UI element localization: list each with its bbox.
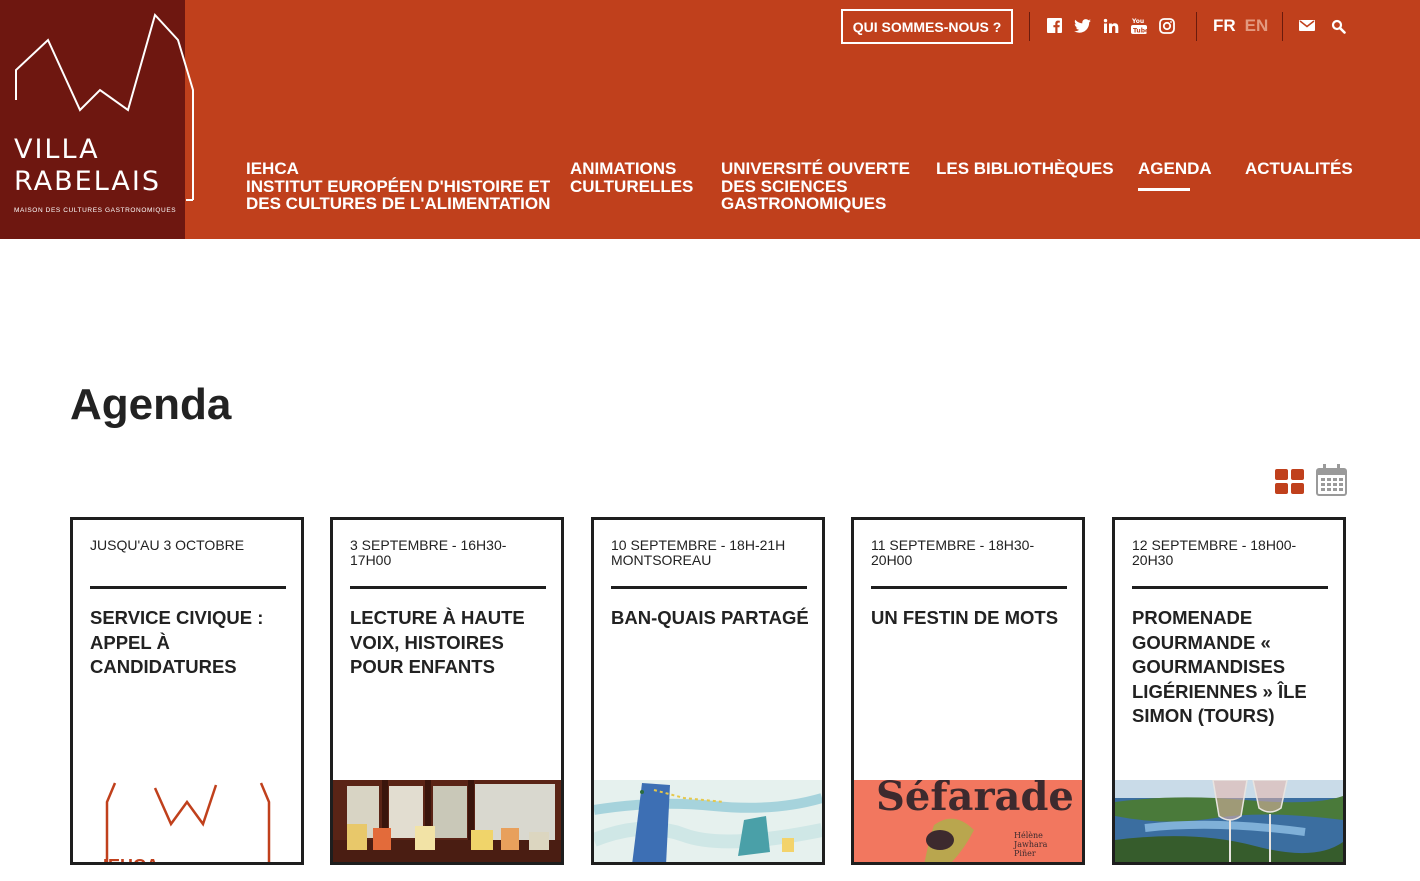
- nav-iehca-line: INSTITUT EUROPÉEN D'HISTOIRE ET: [246, 176, 551, 196]
- search-icon[interactable]: [1331, 19, 1346, 39]
- lang-fr-link[interactable]: FR: [1213, 16, 1236, 36]
- nav-animations-line: CULTURELLES: [570, 176, 694, 196]
- lang-en-link[interactable]: EN: [1245, 16, 1269, 36]
- divider: [350, 586, 546, 589]
- event-date: 12 SEPTEMBRE - 18H00-20H30: [1132, 537, 1297, 568]
- event-date: 11 SEPTEMBRE - 18H30-20H00: [871, 537, 1035, 568]
- calendar-view-icon[interactable]: [1316, 464, 1347, 501]
- event-title: UN FESTIN DE MOTS: [871, 607, 1059, 628]
- linkedin-icon[interactable]: [1101, 16, 1120, 35]
- divider: [1029, 12, 1030, 41]
- villa-rabelais-logo-icon: [15, 13, 194, 201]
- event-thumbnail: [1115, 780, 1343, 862]
- thumb-author: Hélène: [1014, 831, 1043, 840]
- social-links: You Tube: [1045, 16, 1176, 35]
- event-card[interactable]: 12 SEPTEMBRE - 18H00-20H30 PROMENADE GOU…: [1112, 517, 1346, 865]
- event-card[interactable]: JUSQU'AU 3 OCTOBRE SERVICE CIVIQUE : APP…: [70, 517, 304, 865]
- event-date: JUSQU'AU 3 OCTOBRE: [90, 537, 245, 553]
- event-card[interactable]: 3 SEPTEMBRE - 16H30-17H00 LECTURE À HAUT…: [330, 517, 564, 865]
- divider: [1196, 12, 1197, 41]
- qui-sommes-nous-button[interactable]: QUI SOMMES-NOUS ?: [841, 9, 1013, 44]
- event-card[interactable]: 10 SEPTEMBRE - 18H-21H MONTSOREAU BAN-QU…: [591, 517, 825, 865]
- logo-line-1: VILLA: [14, 134, 100, 165]
- nav-iehca[interactable]: IEHCA INSTITUT EUROPÉEN D'HISTOIRE ET DE…: [246, 160, 550, 213]
- event-title: LECTURE À HAUTE VOIX, HISTOIRES POUR ENF…: [350, 607, 525, 677]
- nav-iehca-line: IEHCA: [246, 159, 299, 178]
- divider: [1282, 12, 1283, 41]
- event-title: PROMENADE GOURMANDE « GOURMANDISES LIGÉR…: [1132, 607, 1307, 726]
- nav-universite[interactable]: UNIVERSITÉ OUVERTE DES SCIENCES GASTRONO…: [721, 160, 910, 213]
- nav-universite-line: DES SCIENCES: [721, 176, 848, 196]
- site-header: VILLA RABELAIS MAISON DES CULTURES GASTR…: [0, 0, 1420, 239]
- nav-universite-line: UNIVERSITÉ OUVERTE: [721, 159, 910, 178]
- svg-text:You: You: [1131, 18, 1144, 25]
- page-title: Agenda: [70, 380, 232, 429]
- logo-title: VILLA RABELAIS: [14, 134, 161, 198]
- divider: [611, 586, 807, 589]
- divider: [1132, 586, 1328, 589]
- nav-animations-culturelles[interactable]: ANIMATIONS CULTURELLES: [570, 160, 693, 195]
- nav-iehca-line: DES CULTURES DE L'ALIMENTATION: [246, 194, 551, 213]
- nav-animations-line: ANIMATIONS: [570, 159, 677, 178]
- logo-tagline: MAISON DES CULTURES GASTRONOMIQUES: [14, 207, 177, 214]
- event-title: BAN-QUAIS PARTAGÉ: [611, 607, 809, 628]
- thumb-author: Jawhara: [1013, 840, 1048, 849]
- instagram-icon[interactable]: [1157, 16, 1176, 35]
- twitter-icon[interactable]: [1073, 16, 1092, 35]
- divider: [90, 586, 286, 589]
- nav-active-indicator: [1138, 188, 1190, 191]
- event-thumbnail: Séfarade Hélène Jawhara Piñer: [854, 780, 1082, 862]
- language-switcher: FR EN: [1213, 16, 1268, 36]
- youtube-icon[interactable]: You Tube: [1129, 16, 1148, 35]
- event-date: 10 SEPTEMBRE - 18H-21H MONTSOREAU: [611, 537, 786, 568]
- event-thumbnail: [594, 780, 822, 862]
- facebook-icon[interactable]: [1045, 16, 1064, 35]
- event-thumbnail: IEHCA: [73, 780, 301, 865]
- nav-universite-line: GASTRONOMIQUES: [721, 194, 887, 213]
- event-thumbnail: [333, 780, 561, 862]
- grid-view-icon[interactable]: [1275, 469, 1305, 500]
- event-date: 3 SEPTEMBRE - 16H30-17H00: [350, 537, 507, 568]
- nav-bibliotheques[interactable]: LES BIBLIOTHÈQUES: [936, 160, 1114, 178]
- site-logo[interactable]: VILLA RABELAIS MAISON DES CULTURES GASTR…: [0, 0, 194, 239]
- event-card[interactable]: 11 SEPTEMBRE - 18H30-20H00 UN FESTIN DE …: [851, 517, 1085, 865]
- logo-line-2: RABELAIS: [14, 166, 161, 197]
- thumb-title: Séfarade: [876, 780, 1074, 820]
- thumb-author: Piñer: [1014, 849, 1036, 858]
- mail-icon[interactable]: [1299, 19, 1315, 37]
- nav-agenda[interactable]: AGENDA: [1138, 160, 1212, 178]
- divider: [871, 586, 1067, 589]
- svg-text:Tube: Tube: [1133, 28, 1147, 35]
- event-title: SERVICE CIVIQUE : APPEL À CANDIDATURES: [90, 607, 264, 677]
- nav-actualites[interactable]: ACTUALITÉS: [1245, 160, 1353, 178]
- thumb-text: IEHCA: [103, 856, 159, 865]
